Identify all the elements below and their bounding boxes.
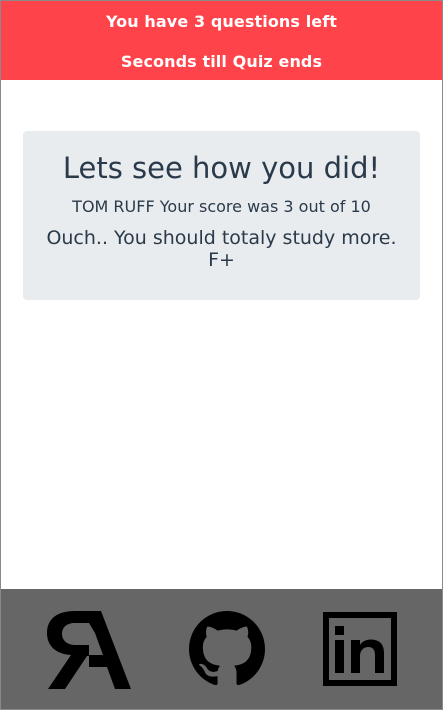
- quiz-status-bar: You have 3 questions left Seconds till Q…: [1, 1, 442, 80]
- result-title: Lets see how you did!: [62, 151, 381, 185]
- questions-left-text: You have 3 questions left: [105, 12, 338, 31]
- result-card: Lets see how you did! TOM RUFF Your scor…: [23, 131, 420, 300]
- grade-text: F+: [208, 249, 235, 271]
- linkedin-link[interactable]: [323, 612, 397, 686]
- footer: [1, 589, 442, 709]
- feedback-message: Ouch.. You should totaly study more.: [46, 227, 397, 249]
- github-link[interactable]: [189, 611, 265, 687]
- portfolio-r-logo-icon: [47, 611, 131, 689]
- feedback-block: Ouch.. You should totaly study more. F+: [23, 227, 420, 271]
- portfolio-link[interactable]: [45, 611, 133, 689]
- linkedin-icon: [323, 612, 397, 686]
- score-text: TOM RUFF Your score was 3 out of 10: [72, 197, 371, 216]
- github-icon: [189, 611, 265, 686]
- timer-text: Seconds till Quiz ends: [120, 52, 323, 71]
